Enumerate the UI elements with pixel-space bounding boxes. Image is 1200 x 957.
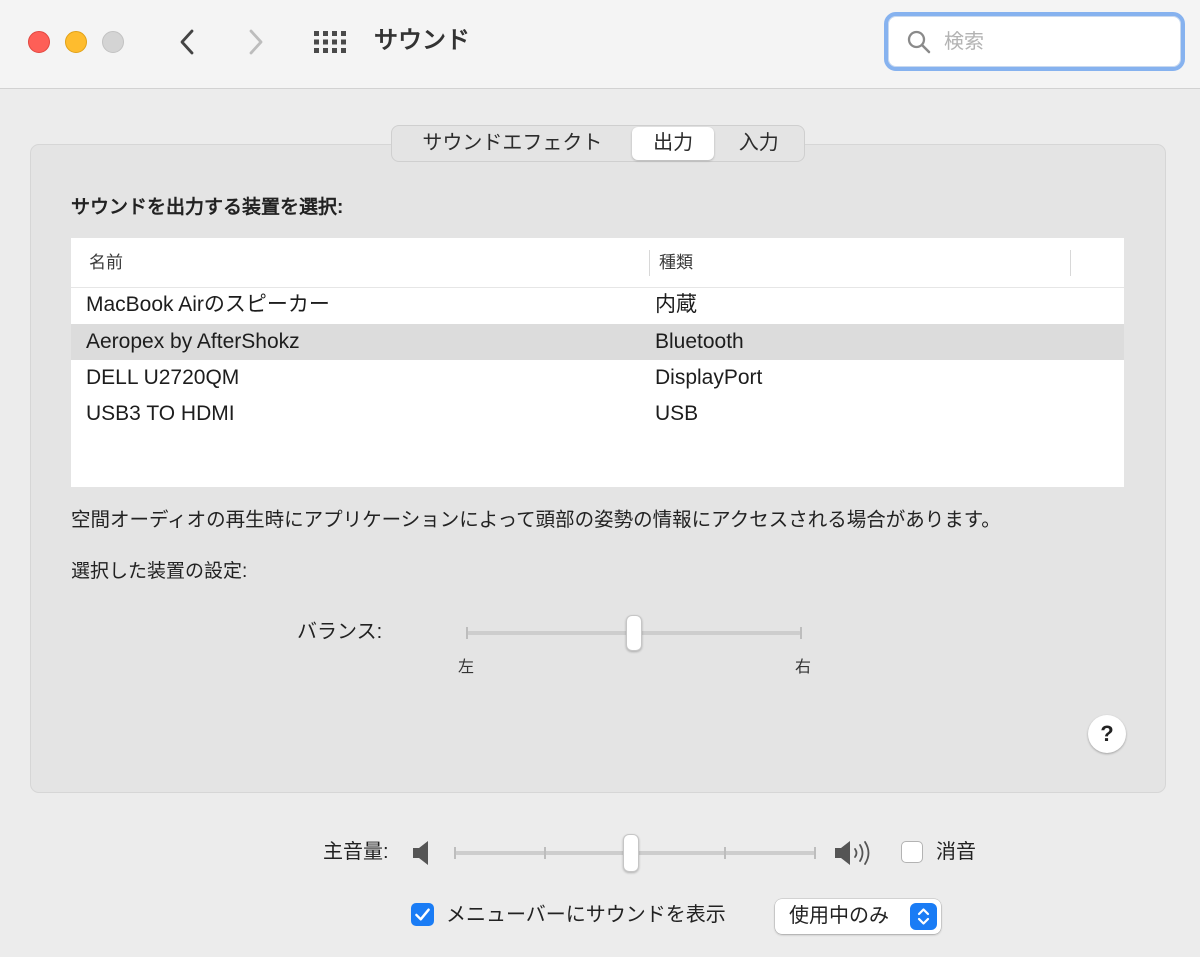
tab-sound-effects[interactable]: サウンドエフェクト bbox=[393, 127, 632, 160]
slider-tick bbox=[800, 627, 802, 639]
speaker-low-icon bbox=[413, 841, 428, 865]
close-button-icon[interactable] bbox=[28, 31, 50, 53]
device-name: USB3 TO HDMI bbox=[86, 402, 235, 425]
slider-tick bbox=[544, 847, 546, 859]
device-list-heading: サウンドを出力する装置を選択: bbox=[71, 197, 344, 218]
search-input[interactable]: 検索 bbox=[944, 30, 984, 54]
volume-thumb[interactable] bbox=[623, 834, 640, 872]
menubar-visibility-popup[interactable]: 使用中のみ bbox=[775, 899, 941, 934]
slider-tick bbox=[454, 847, 456, 859]
table-row[interactable]: USB3 TO HDMI USB bbox=[71, 396, 1124, 432]
device-table[interactable]: 名前 種類 MacBook Airのスピーカー 内蔵 Aeropex by Af… bbox=[71, 238, 1124, 487]
balance-label: バランス: bbox=[297, 621, 383, 643]
column-header-name[interactable]: 名前 bbox=[89, 251, 123, 275]
up-down-chevron-icon bbox=[917, 908, 930, 925]
device-type: USB bbox=[655, 402, 699, 425]
search-icon bbox=[907, 30, 931, 54]
balance-slider[interactable] bbox=[466, 615, 802, 651]
popup-selected-value: 使用中のみ bbox=[789, 905, 889, 927]
spatial-audio-note: 空間オーディオの再生時にアプリケーションによって頭部の姿勢の情報にアクセスされる… bbox=[71, 509, 1001, 531]
table-row[interactable]: Aeropex by AfterShokz Bluetooth bbox=[71, 324, 1124, 360]
device-settings-heading: 選択した装置の設定: bbox=[71, 561, 248, 582]
device-name: Aeropex by AfterShokz bbox=[86, 330, 300, 353]
tab-bar: サウンドエフェクト 出力 入力 bbox=[391, 125, 805, 162]
mute-label[interactable]: 消音 bbox=[936, 840, 976, 864]
output-volume-label: 主音量: bbox=[323, 841, 389, 863]
show-in-menubar-checkbox[interactable] bbox=[411, 903, 434, 926]
column-header-type[interactable]: 種類 bbox=[659, 251, 693, 275]
search-field[interactable]: 検索 bbox=[884, 12, 1185, 71]
balance-right-label: 右 bbox=[795, 659, 812, 676]
speaker-high-icon bbox=[835, 841, 870, 865]
device-type: DisplayPort bbox=[655, 366, 763, 389]
device-type: Bluetooth bbox=[655, 330, 744, 353]
slider-tick bbox=[724, 847, 726, 859]
grid-icon[interactable] bbox=[313, 30, 347, 54]
balance-thumb[interactable] bbox=[626, 615, 642, 651]
zoom-button-icon[interactable] bbox=[102, 31, 124, 53]
device-type: 内蔵 bbox=[655, 293, 697, 316]
balance-left-label: 左 bbox=[458, 659, 475, 676]
show-in-menubar-label[interactable]: メニューバーにサウンドを表示 bbox=[446, 903, 726, 927]
mute-checkbox[interactable] bbox=[901, 841, 923, 863]
tab-output[interactable]: 出力 bbox=[631, 127, 715, 160]
column-divider[interactable] bbox=[1070, 250, 1071, 276]
table-row[interactable]: MacBook Airのスピーカー 内蔵 bbox=[71, 287, 1124, 323]
slider-tick bbox=[466, 627, 468, 639]
minimize-button-icon[interactable] bbox=[65, 31, 87, 53]
output-volume-slider[interactable] bbox=[454, 834, 816, 872]
title-bar: サウンド 検索 bbox=[0, 0, 1200, 89]
table-row[interactable]: DELL U2720QM DisplayPort bbox=[71, 360, 1124, 396]
popup-stepper bbox=[910, 903, 937, 930]
checkmark-icon bbox=[415, 908, 430, 921]
slider-tick bbox=[814, 847, 816, 859]
tab-input[interactable]: 入力 bbox=[714, 127, 803, 160]
column-divider[interactable] bbox=[649, 250, 650, 276]
device-name: DELL U2720QM bbox=[86, 366, 240, 389]
chevron-right-icon[interactable] bbox=[247, 28, 265, 56]
help-button[interactable]: ? bbox=[1088, 715, 1126, 753]
window-title: サウンド bbox=[374, 27, 470, 54]
device-name: MacBook Airのスピーカー bbox=[86, 293, 330, 316]
chevron-left-icon[interactable] bbox=[178, 28, 196, 56]
